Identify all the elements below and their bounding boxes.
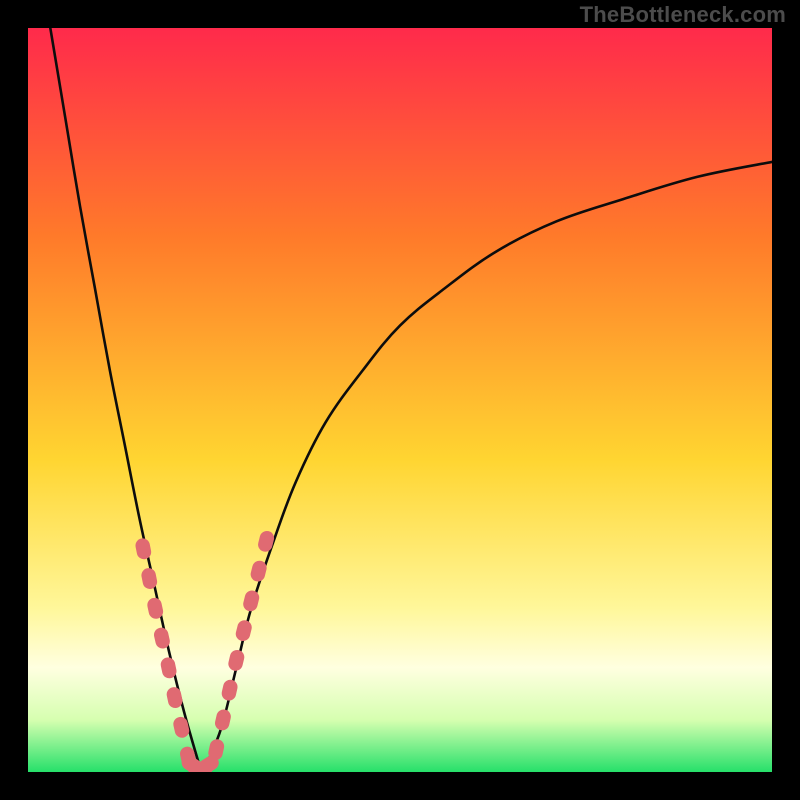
gradient-background (28, 28, 772, 772)
watermark-label: TheBottleneck.com (580, 2, 786, 28)
outer-frame: TheBottleneck.com (0, 0, 800, 800)
plot-area (28, 28, 772, 772)
chart-svg (28, 28, 772, 772)
